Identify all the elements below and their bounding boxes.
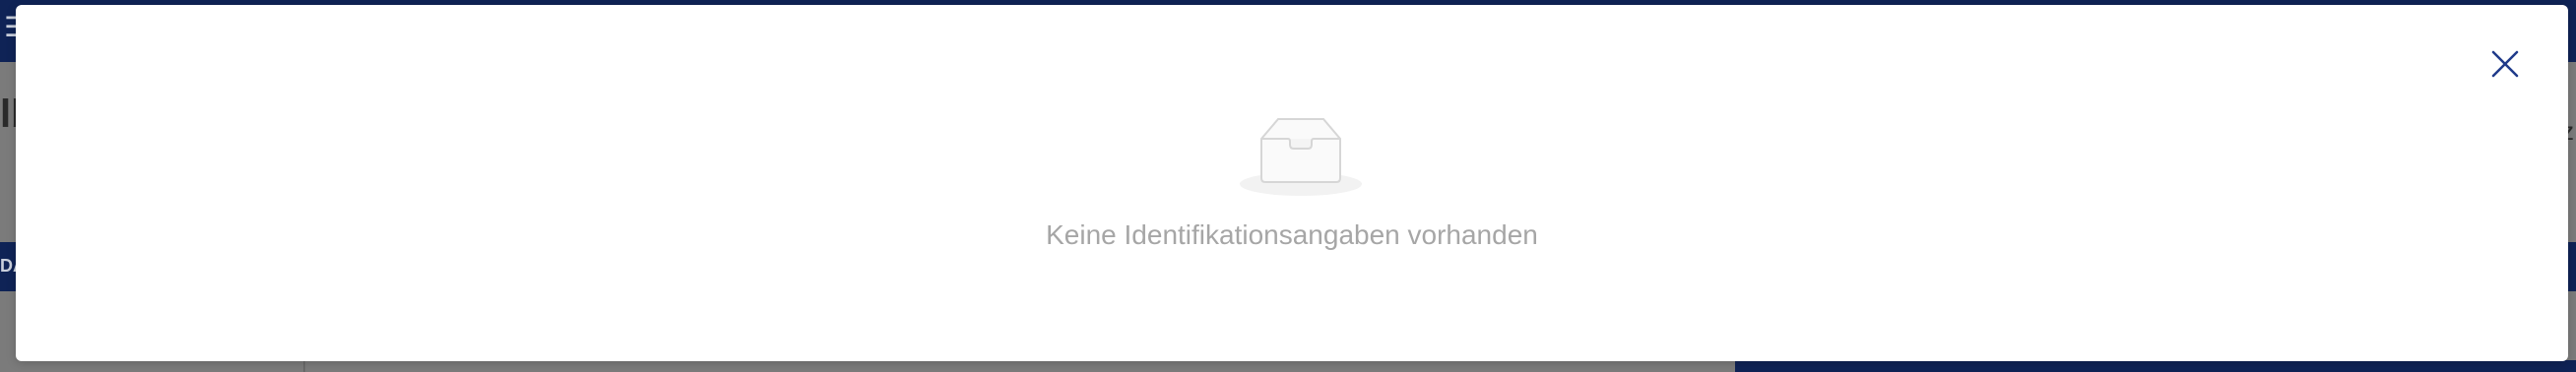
identification-modal: Keine Identifikationsangaben vorhanden bbox=[16, 5, 2568, 361]
background-divider bbox=[303, 360, 305, 372]
empty-state: Keine Identifikationsangaben vorhanden bbox=[16, 5, 2568, 361]
empty-inbox-icon bbox=[1240, 118, 1362, 196]
empty-state-message: Keine Identifikationsangaben vorhanden bbox=[1046, 219, 1538, 250]
background-side-panel bbox=[1735, 360, 2576, 372]
